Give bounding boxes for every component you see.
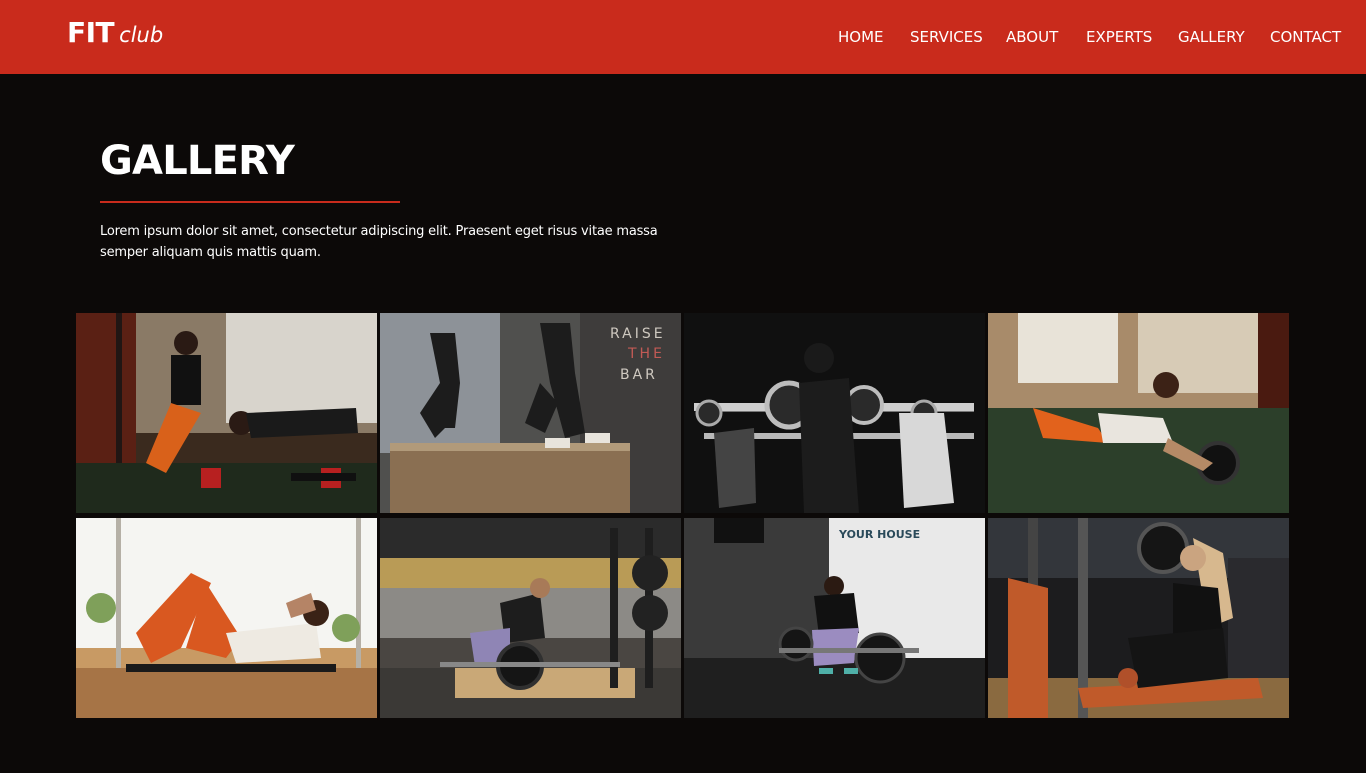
gallery-photo-2[interactable]: RAISE THE BAR xyxy=(380,313,681,513)
nav-home[interactable]: HOME xyxy=(838,27,884,47)
nav-services[interactable]: SERVICES xyxy=(910,27,983,47)
gallery-photo-1[interactable] xyxy=(76,313,377,513)
nav-experts[interactable]: EXPERTS xyxy=(1086,27,1152,47)
wall-text-the: THE xyxy=(627,346,665,362)
photo-trainer-pushup xyxy=(76,313,377,513)
site-header: FIT club HOME SERVICES ABOUT EXPERTS GAL… xyxy=(0,0,1366,74)
photo-squat-group-bw xyxy=(684,313,985,513)
photo-cable-machine xyxy=(988,518,1289,718)
gallery-photo-3[interactable] xyxy=(684,313,985,513)
photo-crunches xyxy=(76,518,377,718)
photo-box-jumps: RAISE THE BAR xyxy=(380,313,681,513)
main-nav: HOME SERVICES ABOUT EXPERTS GALLERY CONT… xyxy=(0,27,1366,47)
photo-gym-deadlift xyxy=(380,518,681,718)
photo-ab-roller xyxy=(988,313,1289,513)
gallery-photo-7[interactable]: YOUR HOUSE xyxy=(684,518,985,718)
nav-about[interactable]: ABOUT xyxy=(1006,27,1058,47)
page-title: GALLERY xyxy=(100,138,295,184)
wall-text-bar: BAR xyxy=(620,367,658,383)
wall-text-raise: RAISE xyxy=(610,326,666,342)
title-underline xyxy=(100,201,400,203)
wall-text-your-house: YOUR HOUSE xyxy=(838,528,920,541)
gallery-photo-8[interactable] xyxy=(988,518,1289,718)
photo-studio-deadlift: YOUR HOUSE xyxy=(684,518,985,718)
nav-gallery[interactable]: GALLERY xyxy=(1178,27,1245,47)
section-description: Lorem ipsum dolor sit amet, consectetur … xyxy=(100,224,658,260)
photo-gallery: RAISE THE BAR YOUR HOUSE xyxy=(76,313,1290,718)
nav-contact[interactable]: CONTACT xyxy=(1270,27,1341,47)
gallery-photo-5[interactable] xyxy=(76,518,377,718)
gallery-photo-4[interactable] xyxy=(988,313,1289,513)
gallery-photo-6[interactable] xyxy=(380,518,681,718)
